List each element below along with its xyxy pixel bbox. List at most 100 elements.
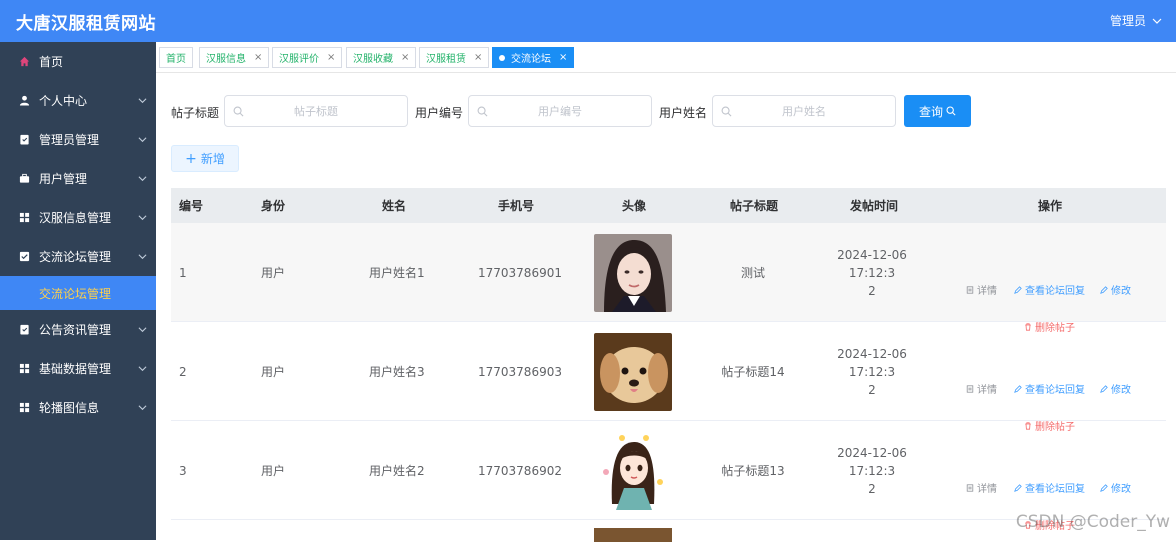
sidebar-subitem-forum-management[interactable]: 交流论坛管理 xyxy=(0,276,156,310)
cell-role: 用户 xyxy=(261,322,285,421)
view-reply-button[interactable]: 查看论坛回复 xyxy=(1014,282,1085,297)
admin-label: 管理员 xyxy=(1110,12,1146,29)
cell-avatar xyxy=(594,322,672,421)
time-line: 2 xyxy=(868,381,876,399)
tag-hanfu-info[interactable]: 汉服信息× xyxy=(199,47,269,68)
sidebar-item-notice[interactable]: 公告资讯管理 xyxy=(0,310,156,349)
sidebar-item-profile[interactable]: 个人中心 xyxy=(0,81,156,120)
top-header: 大唐汉服租赁网站 管理员 xyxy=(0,0,1176,42)
grid-icon xyxy=(19,402,30,413)
chevron-down-icon xyxy=(138,403,147,412)
active-dot-icon xyxy=(499,55,505,61)
query-button[interactable]: 查询 xyxy=(904,95,971,127)
edit-icon xyxy=(1014,385,1022,393)
chevron-down-icon xyxy=(138,174,147,183)
sidebar-item-forum[interactable]: 交流论坛管理 xyxy=(0,237,156,276)
reply-label: 查看论坛回复 xyxy=(1025,381,1085,396)
sidebar-item-admin[interactable]: 管理员管理 xyxy=(0,120,156,159)
edit-icon xyxy=(1014,286,1022,294)
sidebar-item-label: 公告资讯管理 xyxy=(39,321,111,338)
close-icon[interactable]: × xyxy=(327,52,335,63)
detail-button[interactable]: 详情 xyxy=(966,381,997,396)
cell-avatar xyxy=(594,223,672,322)
tag-label: 汉服评价 xyxy=(279,50,319,65)
notice-icon xyxy=(19,324,30,335)
edit-button[interactable]: 修改 xyxy=(1100,480,1131,495)
sidebar-item-database[interactable]: 基础数据管理 xyxy=(0,349,156,388)
chevron-down-icon xyxy=(138,213,147,222)
detail-button[interactable]: 详情 xyxy=(966,480,997,495)
userno-search-input[interactable] xyxy=(469,105,651,118)
time-line: 2024-12-06 17:12:3 xyxy=(816,345,928,381)
title-search-input[interactable] xyxy=(225,105,407,118)
sidebar-item-hanfu-info[interactable]: 汉服信息管理 xyxy=(0,198,156,237)
search-icon xyxy=(477,106,488,117)
chevron-up-icon xyxy=(138,252,147,261)
close-icon[interactable]: × xyxy=(559,52,567,63)
add-button[interactable]: + 新增 xyxy=(171,145,239,172)
edit-label: 修改 xyxy=(1111,282,1131,297)
close-icon[interactable]: × xyxy=(401,52,409,63)
briefcase-icon xyxy=(19,173,30,184)
user-icon xyxy=(19,95,30,106)
chevron-down-icon xyxy=(138,325,147,334)
sidebar-item-carousel[interactable]: 轮播图信息 xyxy=(0,388,156,427)
column-header: 手机号 xyxy=(498,197,534,214)
home-icon xyxy=(19,56,30,67)
reply-label: 查看论坛回复 xyxy=(1025,282,1085,297)
row-actions: 详情 查看论坛回复 修改 删除帖子 xyxy=(961,421,1136,520)
tag-label: 首页 xyxy=(166,50,186,65)
chevron-down-icon xyxy=(138,135,147,144)
view-reply-button[interactable]: 查看论坛回复 xyxy=(1014,381,1085,396)
detail-label: 详情 xyxy=(977,480,997,495)
cell-no: 2 xyxy=(179,322,187,421)
username-search-input[interactable] xyxy=(713,105,895,118)
tag-hanfu-favorite[interactable]: 汉服收藏 × xyxy=(346,47,416,68)
avatar xyxy=(594,234,672,312)
time-line: 2024-12-06 17:12:3 xyxy=(816,246,928,282)
admin-dropdown[interactable]: 管理员 xyxy=(1110,12,1162,29)
edit-button[interactable]: 修改 xyxy=(1100,282,1131,297)
cell-name: 用户姓名2 xyxy=(369,421,425,520)
column-header: 姓名 xyxy=(382,197,406,214)
detail-button[interactable]: 详情 xyxy=(966,282,997,297)
username-search-field[interactable] xyxy=(712,95,896,127)
cell-phone: 17703786903 xyxy=(478,322,562,421)
cell-role: 用户 xyxy=(261,421,285,520)
tag-hanfu-rental[interactable]: 汉服租赁× xyxy=(419,47,489,68)
plus-icon: + xyxy=(185,152,197,166)
cell-phone: 17703786901 xyxy=(478,223,562,322)
sidebar-item-label: 汉服信息管理 xyxy=(39,209,111,226)
edit-button[interactable]: 修改 xyxy=(1100,381,1131,396)
view-reply-button[interactable]: 查看论坛回复 xyxy=(1014,480,1085,495)
close-icon[interactable]: × xyxy=(254,52,262,63)
cell-name: 用户姓名1 xyxy=(369,223,425,322)
forum-icon xyxy=(19,251,30,262)
tag-home[interactable]: 首页 xyxy=(159,47,193,68)
sidebar-item-home[interactable]: 首页 xyxy=(0,42,156,81)
sidebar-item-label: 基础数据管理 xyxy=(39,360,111,377)
column-header: 操作 xyxy=(1038,197,1062,214)
cell-no: 3 xyxy=(179,421,187,520)
row-actions: 详情 查看论坛回复 修改 删除帖子 xyxy=(961,223,1136,322)
query-label: 查询 xyxy=(919,103,943,120)
detail-label: 详情 xyxy=(977,282,997,297)
forum-table: 编号 身份 姓名 手机号 头像 帖子标题 发帖时间 操作 1 用户 用户姓名1 … xyxy=(171,188,1166,560)
tag-hanfu-review[interactable]: 汉服评价 × xyxy=(272,47,342,68)
sidebar-item-users[interactable]: 用户管理 xyxy=(0,159,156,198)
site-title: 大唐汉服租赁网站 xyxy=(16,9,156,34)
title-search-field[interactable] xyxy=(224,95,408,127)
tag-label: 汉服收藏 xyxy=(353,50,393,65)
tag-forum[interactable]: 交流论坛× xyxy=(492,47,574,68)
cell-title: 帖子标题13 xyxy=(711,421,795,520)
column-header: 帖子标题 xyxy=(730,197,778,214)
admin-icon xyxy=(19,134,30,145)
time-line: 2024-12-06 17:12:3 xyxy=(816,444,928,480)
cell-no: 1 xyxy=(179,223,187,322)
sidebar-item-label: 首页 xyxy=(39,53,63,70)
close-icon[interactable]: × xyxy=(474,52,482,63)
userno-search-field[interactable] xyxy=(468,95,652,127)
chevron-down-icon xyxy=(1152,16,1162,26)
search-icon xyxy=(946,106,956,116)
table-row: 2 用户 用户姓名3 17703786903 帖子标题14 2024-12-06… xyxy=(171,322,1166,421)
